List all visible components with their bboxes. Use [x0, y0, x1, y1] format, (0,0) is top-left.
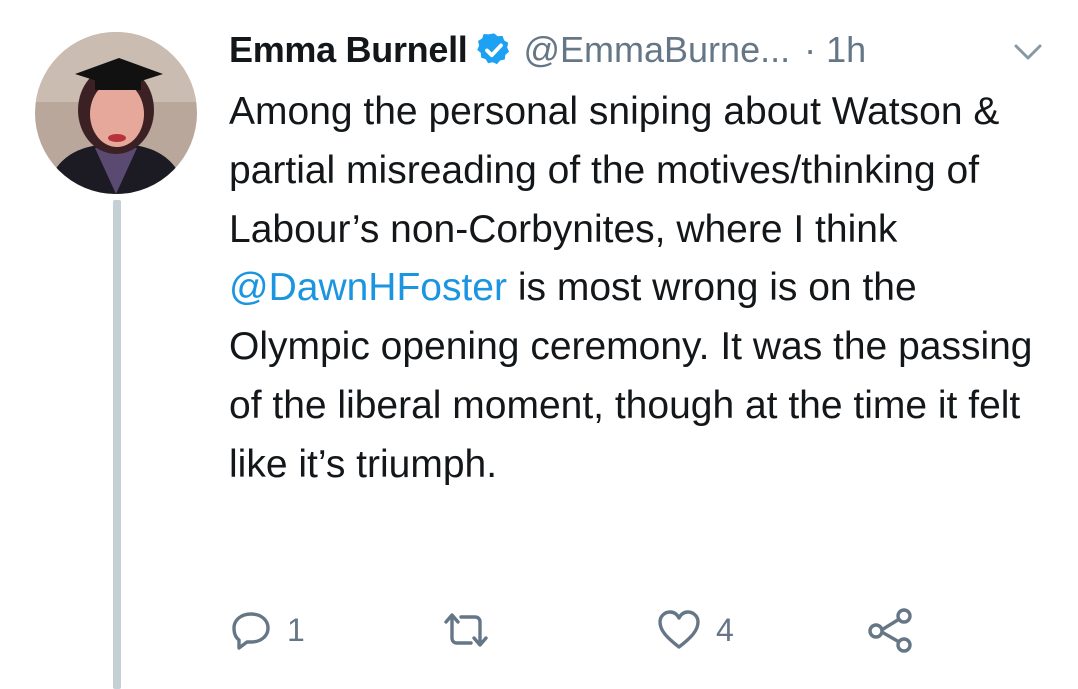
tweet-header: Emma Burnell @EmmaBurne... · 1h	[229, 26, 1069, 74]
thread-line	[113, 200, 121, 689]
tweet-actions: 1 4	[229, 600, 1049, 660]
reply-count: 1	[287, 611, 305, 648]
share-icon	[868, 608, 912, 653]
like-button[interactable]: 4	[656, 600, 734, 660]
tweet-text: Among the personal sniping about Watson …	[229, 83, 1049, 495]
heart-icon	[658, 610, 700, 649]
share-button[interactable]	[865, 600, 915, 660]
separator-dot: ·	[804, 29, 817, 70]
like-count: 4	[716, 611, 734, 648]
avatar[interactable]	[35, 32, 197, 194]
retweet-button[interactable]	[440, 600, 506, 660]
verified-badge-icon	[475, 31, 513, 69]
author-name[interactable]: Emma Burnell	[229, 29, 468, 71]
author-handle[interactable]: @EmmaBurne...	[523, 29, 790, 71]
retweet-icon	[444, 613, 488, 647]
chevron-down-icon[interactable]	[1010, 40, 1046, 64]
tweet-timestamp[interactable]: 1h	[826, 29, 866, 71]
reply-button[interactable]: 1	[229, 600, 305, 660]
tweet-text-before: Among the personal sniping about Watson …	[229, 90, 1000, 251]
reply-icon	[232, 612, 270, 650]
avatar-image	[35, 32, 197, 194]
mention-link[interactable]: @DawnHFoster	[229, 266, 507, 309]
